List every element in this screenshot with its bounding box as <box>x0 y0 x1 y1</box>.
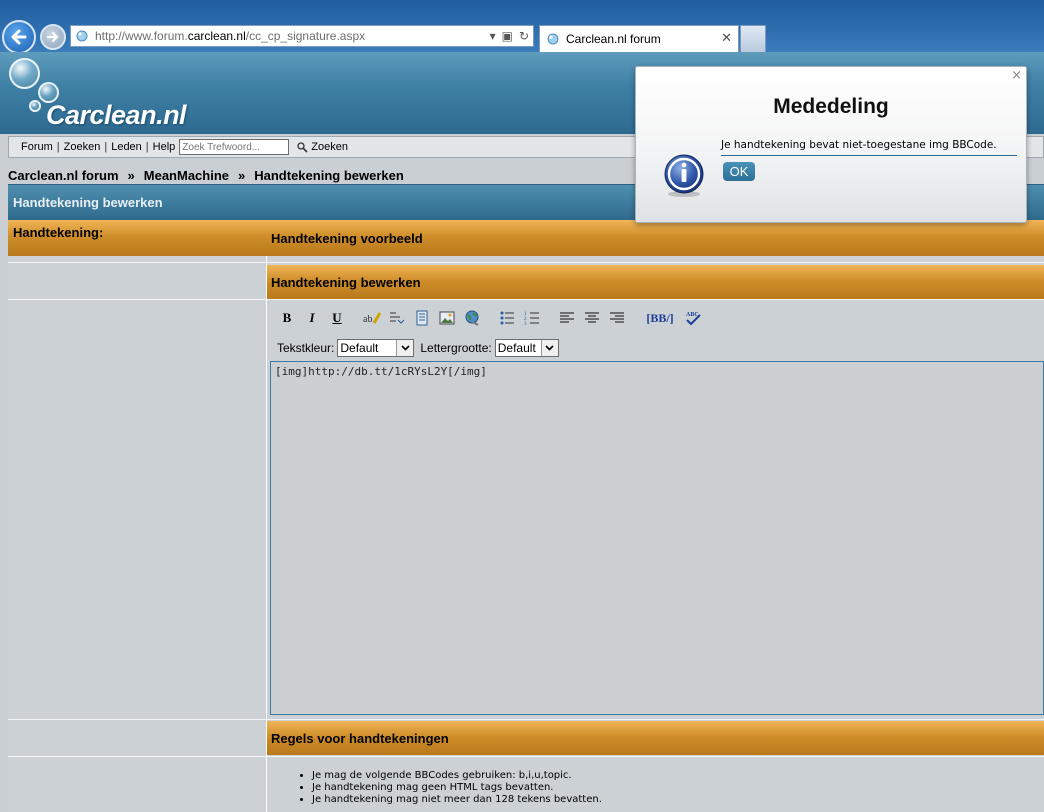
breadcrumb-current: Handtekening bewerken <box>254 168 404 183</box>
address-bar[interactable]: http://www.forum.carclean.nl/cc_cp_signa… <box>70 25 534 47</box>
magnifier-icon <box>297 141 308 153</box>
bullet-list-icon <box>500 311 514 325</box>
align-center-icon <box>585 312 599 323</box>
dialog-title: Mededeling <box>773 95 889 118</box>
format-row: Tekstkleur: Default Lettergrootte: Defau… <box>277 339 559 357</box>
numbered-list-button[interactable]: 123 <box>522 308 542 328</box>
align-center-button[interactable] <box>582 308 602 328</box>
breadcrumb-user[interactable]: MeanMachine <box>144 168 229 183</box>
left-column <box>8 220 267 812</box>
bbcode-toolbar: B I U ab 123 [BB/] ABC <box>277 307 708 329</box>
align-left-button[interactable] <box>557 308 577 328</box>
refresh-icon[interactable]: ↻ <box>519 29 529 43</box>
font-size-label: Lettergrootte: <box>420 341 492 355</box>
site-favicon-icon <box>76 30 88 42</box>
indent-button[interactable] <box>387 308 407 328</box>
image-icon <box>439 311 455 325</box>
edit-header: Handtekening bewerken <box>267 265 1044 299</box>
globe-link-icon <box>465 310 479 326</box>
nav-help[interactable]: Help <box>153 141 176 153</box>
breadcrumb-forum[interactable]: Carclean.nl forum <box>8 168 119 183</box>
bullet-list-button[interactable] <box>497 308 517 328</box>
bubble-decoration <box>29 100 41 112</box>
address-tools: ▾ ▣ ↻ <box>490 29 529 43</box>
notice-dialog: × Mededeling Je handtekening bevat niet-… <box>635 66 1027 223</box>
tab-title: Carclean.nl forum <box>566 32 661 46</box>
svg-text:ab: ab <box>363 314 372 325</box>
arrow-right-icon <box>46 31 59 43</box>
new-tab-button[interactable] <box>740 25 766 52</box>
breadcrumb: Carclean.nl forum» MeanMachine» Handtekeni… <box>8 168 404 183</box>
close-icon[interactable]: × <box>1011 68 1022 83</box>
preview-header: Handtekening voorbeeld <box>267 220 1044 256</box>
image-button[interactable] <box>437 308 457 328</box>
search-input[interactable] <box>179 139 290 155</box>
quote-button[interactable] <box>412 308 432 328</box>
spellcheck-icon: ABC <box>686 312 701 326</box>
highlight-button[interactable]: ab <box>362 308 382 328</box>
font-size-select[interactable]: Default <box>494 339 559 357</box>
align-right-button[interactable] <box>607 308 627 328</box>
align-left-icon <box>560 312 574 323</box>
bubble-decoration <box>9 58 40 89</box>
info-icon <box>664 154 704 197</box>
spellcheck-button[interactable]: ABC <box>683 308 703 328</box>
back-button[interactable] <box>2 20 36 54</box>
text-color-select[interactable]: Default <box>337 339 415 357</box>
text-color-label: Tekstkleur: <box>277 341 335 355</box>
dropdown-icon[interactable]: ▾ <box>490 29 496 43</box>
url-text: http://www.forum.carclean.nl/cc_cp_signa… <box>95 29 366 43</box>
nav-leden[interactable]: Leden <box>111 141 142 153</box>
dialog-message: Je handtekening bevat niet-toegestane im… <box>721 139 1017 156</box>
chevron-down-icon <box>540 340 558 356</box>
highlight-icon: ab <box>363 312 381 325</box>
link-button[interactable] <box>462 308 482 328</box>
tab-favicon-icon <box>547 33 559 45</box>
compatibility-icon[interactable]: ▣ <box>502 29 513 43</box>
site-logo[interactable]: Carclean.nl <box>46 100 187 131</box>
browser-tab[interactable]: Carclean.nl forum ✕ <box>539 25 739 52</box>
italic-button[interactable]: I <box>302 308 322 328</box>
ok-button[interactable]: OK <box>723 162 755 181</box>
browser-chrome: http://www.forum.carclean.nl/cc_cp_signa… <box>0 0 1044 54</box>
signature-label: Handtekening: <box>8 220 267 256</box>
align-right-icon <box>610 312 624 323</box>
svg-text:3: 3 <box>524 322 527 326</box>
underline-button[interactable]: U <box>327 308 347 328</box>
chevron-down-icon <box>396 340 414 356</box>
document-icon <box>416 310 428 326</box>
bold-button[interactable]: B <box>277 308 297 328</box>
rules-header: Regels voor handtekeningen <box>267 721 1044 755</box>
rules-list: Je mag de volgende BBCodes gebruiken: b,… <box>312 770 602 806</box>
list-item: Je handtekening mag niet meer dan 128 te… <box>312 794 602 806</box>
indent-icon <box>390 312 405 324</box>
nav-zoeken[interactable]: Zoeken <box>64 141 101 153</box>
nav-forum[interactable]: Forum <box>21 141 53 153</box>
tab-close-icon[interactable]: ✕ <box>721 31 732 46</box>
list-item: Je handtekening mag geen HTML tags bevat… <box>312 782 602 794</box>
forward-button[interactable] <box>40 24 66 50</box>
bbcode-button[interactable]: [BB/] <box>642 308 678 328</box>
search-button[interactable]: Zoeken <box>297 141 348 153</box>
numbered-list-icon: 123 <box>524 312 539 326</box>
arrow-left-icon <box>11 29 27 45</box>
signature-textarea[interactable]: [img]http://db.tt/1cRYsL2Y[/img] <box>270 361 1044 715</box>
list-item: Je mag de volgende BBCodes gebruiken: b,… <box>312 770 602 782</box>
